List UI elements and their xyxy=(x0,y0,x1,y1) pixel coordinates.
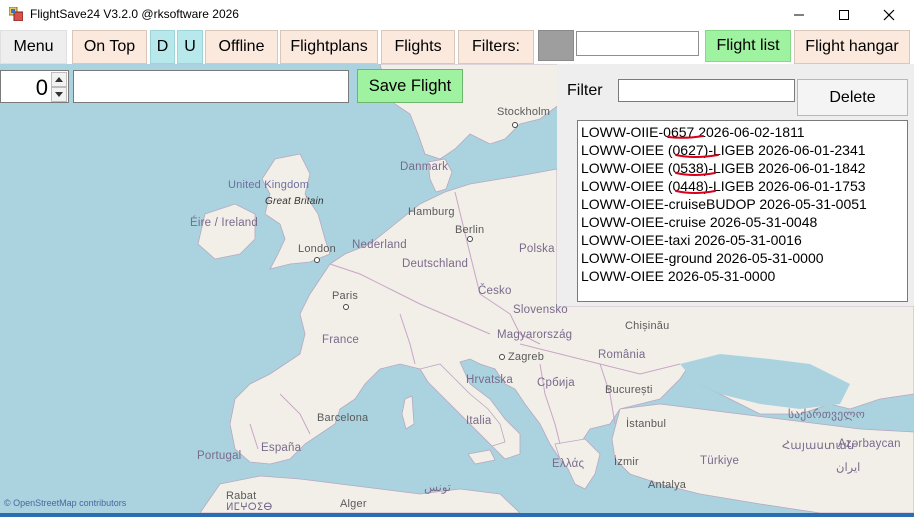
number-value: 0 xyxy=(35,75,48,100)
map-label-eire: Éire / Ireland xyxy=(190,217,258,229)
map-label-hamburg: Hamburg xyxy=(408,206,455,218)
maximize-button[interactable] xyxy=(821,0,867,29)
map-label-iran: ایران xyxy=(836,462,861,474)
city-dot xyxy=(467,236,473,242)
map-label-espana: España xyxy=(261,442,302,454)
list-item[interactable]: LOWW-OIEE (0538)-LIGEB 2026-06-01-1842 xyxy=(581,159,907,177)
list-item[interactable]: LOWW-OIEE-taxi 2026-05-31-0016 xyxy=(581,231,907,249)
d-button[interactable]: D xyxy=(150,30,175,64)
flight-list[interactable]: LOWW-OIIE-0657 2026-06-02-1811 LOWW-OIEE… xyxy=(577,120,908,302)
map-label-srbija: Србија xyxy=(537,377,575,389)
flight-list-button[interactable]: Flight list xyxy=(705,30,791,62)
map-attribution[interactable]: © OpenStreetMap contributors xyxy=(4,498,126,508)
map-label-berlin: Berlin xyxy=(455,224,485,236)
map-label-great-britain: Great Britain xyxy=(265,196,324,207)
map-label-danmark: Danmark xyxy=(400,161,449,173)
title-bar: FlightSave24 V3.2.0 @rksoftware 2026 xyxy=(0,0,914,29)
city-dot xyxy=(343,304,349,310)
filters-button[interactable]: Filters: xyxy=(458,30,534,64)
map-label-barcelona: Barcelona xyxy=(317,412,369,424)
flight-hangar-button[interactable]: Flight hangar xyxy=(794,30,910,64)
chevron-down-icon xyxy=(55,92,63,97)
map-label-istanbul: İstanbul xyxy=(626,418,667,430)
on-top-button[interactable]: On Top xyxy=(72,30,147,64)
list-item[interactable]: LOWW-OIEE-ground 2026-05-31-0000 xyxy=(581,249,907,267)
map-label-france: France xyxy=(322,334,359,346)
flight-list-panel: Filter Delete LOWW-OIIE-0657 2026-06-02-… xyxy=(557,64,914,306)
map-label-georgia: საქართველო xyxy=(788,409,865,421)
map-label-turkiye: Türkiye xyxy=(700,455,740,467)
map-label-stockholm: Stockholm xyxy=(497,106,551,118)
map-label-italia: Italia xyxy=(466,415,492,427)
map-label-london: London xyxy=(298,243,336,255)
flights-button[interactable]: Flights xyxy=(381,30,455,64)
minimize-button[interactable] xyxy=(776,0,822,29)
map-label-nederland: Nederland xyxy=(352,239,407,251)
city-dot xyxy=(499,354,505,360)
map-label-paris: Paris xyxy=(332,290,359,302)
map-label-rabat: Rabat xyxy=(226,490,257,502)
list-item[interactable]: LOWW-OIEE-cruiseBUDOP 2026-05-31-0051 xyxy=(581,195,907,213)
app-icon xyxy=(9,7,23,21)
map-label-hrvatska: Hrvatska xyxy=(466,374,513,386)
stepper-up-button[interactable] xyxy=(51,72,67,87)
delete-button[interactable]: Delete xyxy=(797,79,908,116)
stepper-down-button[interactable] xyxy=(51,87,67,102)
map-label-chisinau: Chișinău xyxy=(625,320,670,332)
flight-name-input[interactable] xyxy=(73,70,349,103)
map-label-izmir: İzmir xyxy=(614,456,639,468)
map-label-alger: Alger xyxy=(340,498,367,510)
window-bottom-border xyxy=(0,513,914,517)
map-label-magyarorszag: Magyarország xyxy=(497,329,573,341)
map-label-zagreb: Zagreb xyxy=(508,351,545,363)
close-button[interactable] xyxy=(866,0,912,29)
search-input[interactable] xyxy=(576,31,699,56)
menu-button[interactable]: Menu xyxy=(0,30,67,64)
map-label-portugal: Portugal xyxy=(197,450,242,462)
map-label-polska: Polska xyxy=(519,243,555,255)
map-label-maroc: ⵍⵎⵖⵔⵉⴱ xyxy=(226,502,273,513)
map-label-azerbaycan: Azərbaycan xyxy=(838,438,901,450)
filter-label: Filter xyxy=(567,82,603,99)
list-item[interactable]: LOWW-OIIE-0657 2026-06-02-1811 xyxy=(581,123,907,141)
map-label-cesko: Česko xyxy=(478,285,512,297)
maximize-icon xyxy=(839,9,849,20)
map-label-ellas: Ελλάς xyxy=(552,458,585,470)
close-icon xyxy=(883,9,895,20)
filter-input[interactable] xyxy=(618,79,795,102)
city-dot xyxy=(314,257,320,263)
map-label-tunisia: تونس xyxy=(424,482,452,494)
color-swatch[interactable] xyxy=(538,30,574,61)
map-label-antalya: Antalya xyxy=(648,479,687,491)
flightplans-button[interactable]: Flightplans xyxy=(280,30,378,64)
list-item[interactable]: LOWW-OIEE 2026-05-31-0000 xyxy=(581,267,907,285)
map-label-united-kingdom: United Kingdom xyxy=(228,179,310,191)
chevron-up-icon xyxy=(55,77,63,82)
window-title: FlightSave24 V3.2.0 @rksoftware 2026 xyxy=(30,7,239,21)
list-item[interactable]: LOWW-OIEE-cruise 2026-05-31-0048 xyxy=(581,213,907,231)
list-item[interactable]: LOWW-OIEE (0627)-LIGEB 2026-06-01-2341 xyxy=(581,141,907,159)
map-label-bucuresti: București xyxy=(605,384,653,396)
map-label-deutschland: Deutschland xyxy=(402,258,469,270)
number-stepper[interactable]: 0 xyxy=(0,70,69,103)
map-label-romania: România xyxy=(598,349,646,361)
city-dot xyxy=(512,122,518,128)
u-button[interactable]: U xyxy=(177,30,203,64)
offline-button[interactable]: Offline xyxy=(205,30,278,64)
list-item[interactable]: LOWW-OIEE (0448)-LIGEB 2026-06-01-1753 xyxy=(581,177,907,195)
save-flight-button[interactable]: Save Flight xyxy=(357,69,463,103)
minimize-icon xyxy=(794,14,804,15)
